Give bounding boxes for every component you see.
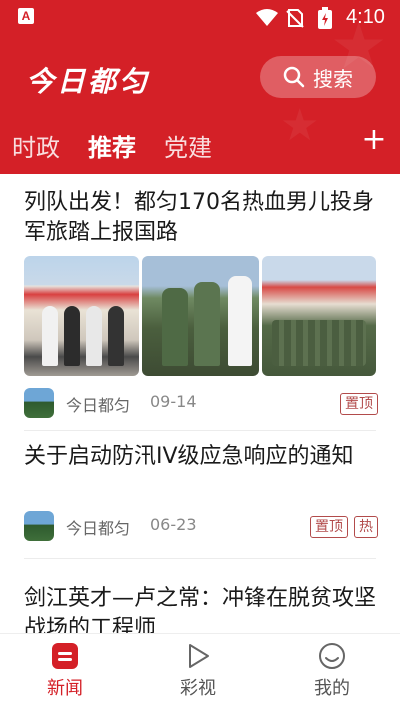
article-image-group[interactable] [24, 256, 376, 376]
smiley-icon [319, 643, 345, 669]
nav-news[interactable]: 新闻 [15, 634, 115, 702]
add-channel-button[interactable]: + [360, 125, 388, 155]
status-bar: A 4:10 [0, 0, 400, 36]
wifi-icon [256, 9, 278, 26]
bottom-navigation: 新闻 彩视 我的 [0, 633, 400, 702]
divider [24, 558, 376, 559]
search-label: 搜索 [313, 66, 353, 91]
battery-icon [318, 7, 332, 29]
publish-date: 06-23 [150, 515, 197, 534]
app-header: ★ ★ A 4:10 今日都匀 搜索 时政 推荐 党建 + [0, 0, 400, 174]
source-avatar [24, 388, 54, 418]
app-notification-icon: A [18, 8, 34, 24]
article-image[interactable] [262, 256, 376, 376]
tab-shizheng[interactable]: 时政 [12, 128, 60, 163]
search-icon [283, 66, 305, 88]
search-button[interactable]: 搜索 [260, 56, 376, 98]
pinned-badge: 置顶 [340, 393, 378, 415]
nav-mine-label: 我的 [314, 678, 350, 699]
nav-news-label: 新闻 [47, 678, 83, 699]
nav-video-label: 彩视 [180, 678, 216, 699]
news-icon [52, 643, 78, 669]
article-meta: 今日都匀 06-23 置顶 热 [24, 511, 378, 541]
source-avatar [24, 511, 54, 541]
tab-tuijian[interactable]: 推荐 [88, 128, 136, 163]
source-name: 今日都匀 [66, 519, 131, 538]
no-sim-icon [286, 9, 304, 28]
nav-video[interactable]: 彩视 [148, 634, 248, 702]
channel-tabs: 时政 推荐 党建 + [0, 118, 400, 168]
divider [24, 430, 376, 431]
article-title[interactable]: 列队出发！都匀170名热血男儿投身军旅踏上报国路 [24, 188, 380, 248]
play-icon [189, 644, 209, 668]
article-title[interactable]: 关于启动防汛IV级应急响应的通知 [24, 442, 380, 472]
app-logo: 今日都匀 [26, 65, 151, 98]
source-name: 今日都匀 [66, 396, 131, 415]
pinned-badge: 置顶 [310, 516, 348, 538]
article-image[interactable] [142, 256, 259, 376]
nav-mine[interactable]: 我的 [282, 634, 382, 702]
article-meta: 今日都匀 09-14 置顶 [24, 388, 378, 418]
article-image[interactable] [24, 256, 139, 376]
status-time: 4:10 [346, 6, 385, 28]
hot-badge: 热 [354, 516, 378, 538]
tab-dangjian[interactable]: 党建 [164, 128, 212, 163]
publish-date: 09-14 [150, 392, 197, 411]
